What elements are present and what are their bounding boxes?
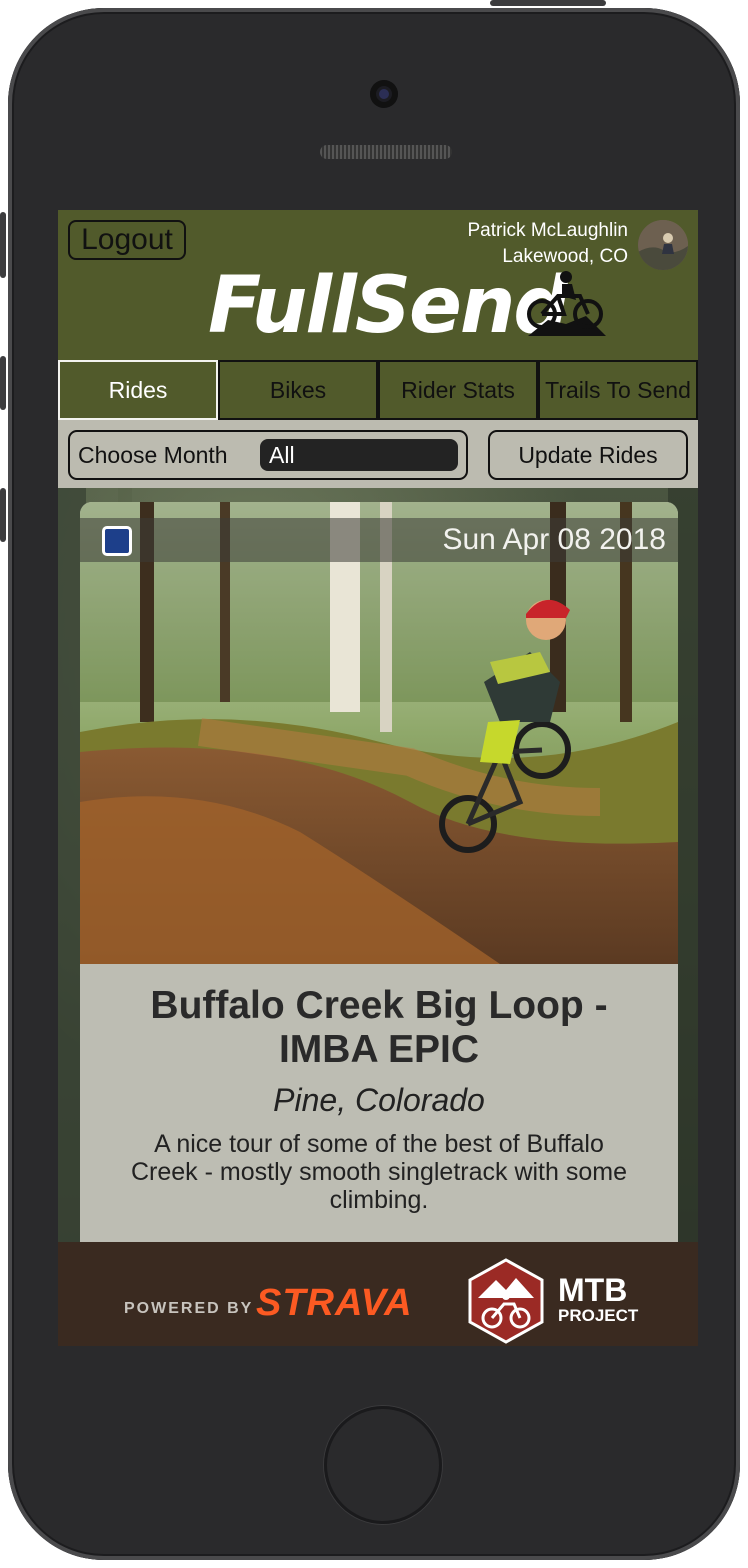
app-footer: POWERED BY STRAVA MTB PROJECT: [58, 1242, 698, 1346]
ride-select-checkbox[interactable]: [102, 526, 132, 556]
tab-bikes[interactable]: Bikes: [218, 360, 378, 420]
ride-title: Buffalo Creek Big Loop - IMBA EPIC: [150, 984, 608, 1071]
ride-location: Pine, Colorado: [273, 1082, 485, 1118]
month-select[interactable]: All: [260, 439, 458, 471]
app-logo-text: FullSend: [208, 261, 569, 351]
front-camera: [370, 80, 398, 108]
earpiece-speaker: [320, 145, 452, 159]
ride-date: Sun Apr 08 2018: [442, 523, 666, 556]
power-button: [490, 0, 606, 6]
user-name: Patrick McLaughlin: [467, 220, 628, 241]
mtb-project-icon[interactable]: [466, 1258, 546, 1346]
avatar[interactable]: [638, 220, 688, 270]
tab-rider-stats[interactable]: Rider Stats: [378, 360, 538, 420]
powered-by-label: POWERED BY: [124, 1300, 254, 1317]
update-rides-button[interactable]: Update Rides: [488, 430, 688, 480]
mountain-bike-icon: [526, 270, 610, 345]
app-header: Logout Patrick McLaughlin Lakewood, CO F…: [58, 210, 698, 360]
volume-down-button: [0, 488, 6, 542]
month-label: Choose Month: [78, 442, 228, 468]
tab-trails-to-send[interactable]: Trails To Send: [538, 360, 698, 420]
volume-up-button: [0, 356, 6, 410]
ride-photo: [80, 502, 678, 964]
logout-button[interactable]: Logout: [68, 220, 186, 260]
mtb-project-logo[interactable]: MTB PROJECT: [558, 1274, 638, 1326]
mtb-logo-line2: PROJECT: [558, 1306, 639, 1325]
home-button[interactable]: [324, 1406, 442, 1524]
app-screen: Logout Patrick McLaughlin Lakewood, CO F…: [58, 210, 698, 1346]
tab-rides[interactable]: Rides: [58, 360, 218, 420]
mtb-logo-line1: MTB: [558, 1272, 628, 1308]
ride-info: Buffalo Creek Big Loop - IMBA EPIC Pine,…: [80, 966, 678, 1262]
ride-card[interactable]: Sun Apr 08 2018 Buffalo Creek Big Loop -…: [80, 502, 678, 1262]
tab-bar: Rides Bikes Rider Stats Trails To Send: [58, 360, 698, 420]
month-filter: Choose Month All: [68, 430, 468, 480]
mute-switch: [0, 212, 6, 278]
strava-logo[interactable]: STRAVA: [256, 1282, 413, 1325]
ride-controls: Choose Month All Update Rides: [58, 420, 698, 488]
ride-description: A nice tour of some of the best of Buffa…: [131, 1130, 627, 1214]
